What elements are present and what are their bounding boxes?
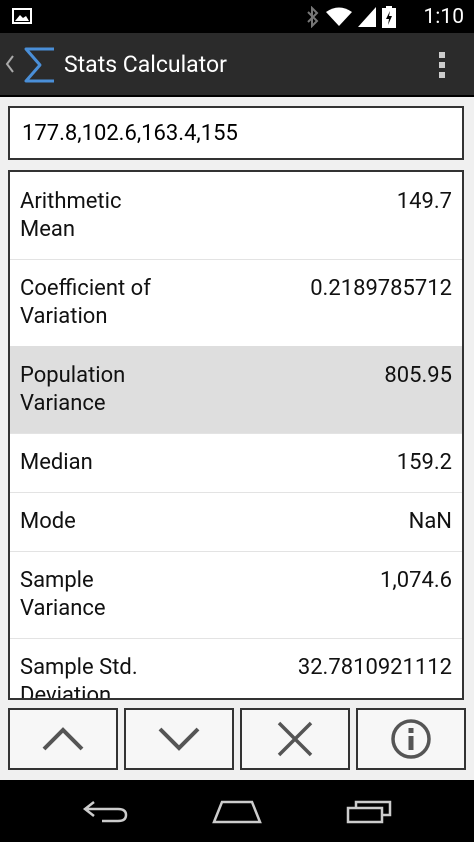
- list-item[interactable]: Median 159.2: [10, 433, 462, 493]
- clear-button[interactable]: [240, 708, 350, 770]
- sigma-logo-icon[interactable]: [20, 45, 58, 85]
- result-label: Median: [20, 450, 93, 475]
- chevron-down-icon: [158, 727, 200, 751]
- result-value: 32.7810921112: [297, 655, 452, 680]
- result-label: Arithmetic Mean: [20, 189, 122, 242]
- recents-nav-icon[interactable]: [346, 798, 394, 824]
- result-value: 805.95: [384, 363, 452, 388]
- list-item[interactable]: Sample Variance 1,074.6: [10, 551, 462, 639]
- move-down-button[interactable]: [124, 708, 234, 770]
- result-label: Sample Variance: [20, 568, 106, 621]
- action-bar: Stats Calculator: [0, 33, 474, 97]
- info-button[interactable]: [356, 708, 466, 770]
- result-label: Population Variance: [20, 363, 126, 416]
- result-value: 0.2189785712: [310, 276, 452, 301]
- battery-icon: [382, 6, 396, 28]
- list-item[interactable]: Sample Std. Deviation 32.7810921112: [10, 638, 462, 700]
- cell-signal-icon: [358, 7, 376, 27]
- system-nav-bar: [0, 780, 474, 842]
- info-icon: [391, 719, 431, 759]
- move-up-button[interactable]: [8, 708, 118, 770]
- overflow-menu-icon[interactable]: [438, 50, 446, 80]
- result-value: 159.2: [396, 450, 452, 475]
- chevron-up-icon: [42, 727, 84, 751]
- result-value: NaN: [408, 509, 452, 534]
- bluetooth-icon: [307, 6, 319, 28]
- result-value: 1,074.6: [380, 568, 452, 593]
- home-nav-icon[interactable]: [212, 798, 262, 824]
- list-item[interactable]: Mode NaN: [10, 492, 462, 552]
- status-time: 1:10: [423, 5, 465, 29]
- result-label: Mode: [20, 509, 76, 534]
- list-item[interactable]: Coefficient of Variation 0.2189785712: [10, 259, 462, 347]
- data-input-value: 177.8,102.6,163.4,155: [22, 121, 238, 146]
- close-icon: [277, 721, 313, 757]
- app-title: Stats Calculator: [64, 51, 227, 78]
- list-item[interactable]: Arithmetic Mean 149.7: [10, 172, 462, 260]
- wifi-icon: [326, 7, 352, 26]
- result-label: Coefficient of Variation: [20, 276, 151, 329]
- status-bar: 1:10: [0, 0, 474, 33]
- result-label: Sample Std. Deviation: [20, 655, 138, 700]
- data-input-field[interactable]: 177.8,102.6,163.4,155: [8, 106, 464, 160]
- results-list[interactable]: Arithmetic Mean 149.7 Coefficient of Var…: [8, 170, 464, 700]
- image-notification-icon: [12, 8, 32, 24]
- back-nav-icon[interactable]: [82, 798, 130, 824]
- up-caret-icon[interactable]: [5, 53, 15, 75]
- result-value: 149.7: [396, 189, 452, 214]
- action-buttons: [8, 708, 466, 772]
- list-item-selected[interactable]: Population Variance 805.95: [10, 346, 462, 434]
